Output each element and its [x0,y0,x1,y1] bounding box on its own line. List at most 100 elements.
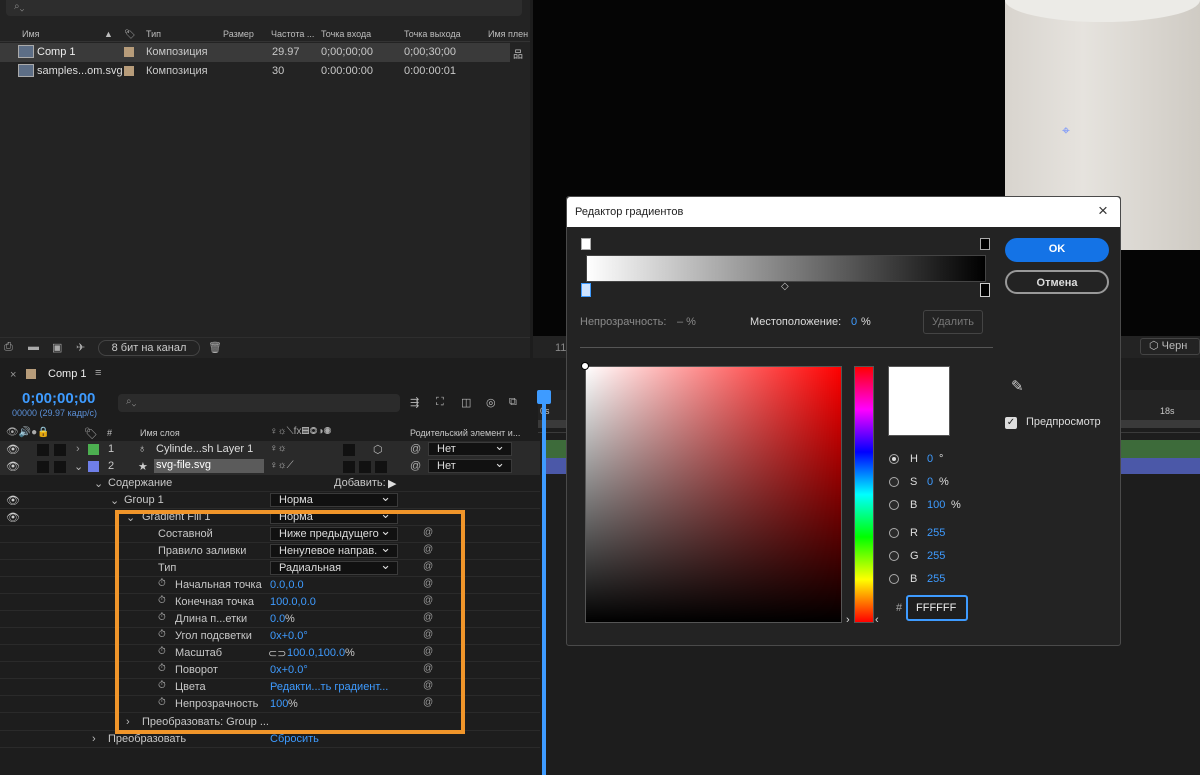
hue-slider-right-arrow[interactable]: ‹ [875,614,879,626]
anchor-point-icon[interactable]: ⌖ [1062,122,1070,139]
color-stop-right[interactable] [980,283,990,297]
channel-value[interactable]: 255 [927,550,945,562]
color-picker-cursor[interactable] [581,362,589,370]
col-rate[interactable]: Частота ... [271,29,314,39]
new-folder-icon[interactable]: ▬ [28,341,39,353]
lock-toggle[interactable] [54,444,66,456]
layer-name[interactable]: svg-file.svg [154,459,264,473]
radio-s[interactable] [889,477,899,487]
shy-icon[interactable]: ◫ [461,396,471,409]
render-icon[interactable]: ✈ [76,341,85,354]
effects-toggle[interactable] [375,461,387,473]
col-footage[interactable]: Имя плен [488,29,528,39]
chevron-right-icon[interactable]: › [76,443,80,455]
radio-h[interactable] [889,454,899,464]
midpoint-diamond[interactable]: ◇ [781,281,789,292]
col-num[interactable]: # [107,428,112,438]
col-name[interactable]: Имя [22,29,40,39]
parent-pickwhip-icon[interactable]: @ [410,443,421,455]
opacity-stop-right[interactable] [980,238,990,250]
solo-toggle[interactable] [37,444,49,456]
hue-slider-left-arrow[interactable]: › [846,614,850,626]
layer-row[interactable]: 👁 ⌄ 2 ★ svg-file.svg ♀☼⟋ @ Нет [0,457,540,475]
saturation-brightness-field[interactable] [585,366,842,623]
layer-name[interactable]: Cylinde...sh Layer 1 [156,443,253,455]
draft3d-icon[interactable]: ⛶ [436,396,444,409]
panel-menu-icon[interactable]: ≡ [95,367,101,379]
radio-g-rgb[interactable] [889,551,899,561]
layer-search-input[interactable]: ⌕⌄ [118,394,400,412]
ok-button[interactable]: OK [1005,238,1109,262]
playhead[interactable] [542,394,546,775]
group-row[interactable]: 👁 ⌄ Group 1 Норма [0,491,540,509]
visibility-eye-icon[interactable]: 👁 [6,511,20,524]
channel-value[interactable]: 0 [927,476,933,488]
parent-dropdown[interactable]: Нет [428,440,512,456]
label-tag-icon[interactable]: 🏷 [84,427,98,440]
switches-header-icons[interactable]: ♀☼⟍fx▤◎◑◉ [270,426,331,437]
current-time[interactable]: 0;00;00;00 [22,390,95,407]
adjustment-toggle[interactable] [343,461,355,473]
radio-b-rgb[interactable] [889,574,899,584]
bit-depth-button[interactable]: 8 бит на канал [98,340,200,356]
radio-b[interactable] [889,500,899,510]
gradient-ramp[interactable] [586,255,986,282]
label-color[interactable] [124,47,134,57]
layer-label-color[interactable] [88,444,99,455]
contents-row[interactable]: ⌄ Содержание Добавить: ▶ [0,475,540,492]
col-in[interactable]: Точка входа [321,29,371,39]
color-stop-left[interactable] [581,283,591,297]
3d-layer-icon[interactable]: ⬡ [373,443,383,456]
visibility-eye-icon[interactable]: 👁 [6,443,20,456]
new-comp-icon[interactable]: ▣ [52,341,62,354]
channel-value[interactable]: 0 [927,453,933,465]
channel-value[interactable]: 100 [927,499,945,511]
project-item[interactable]: samples...om.svg Композиция 30 0:00:00:0… [0,62,510,81]
reset-link[interactable]: Сбросить [270,733,319,745]
graph-editor-icon[interactable]: ⧉ [509,396,517,409]
blend-mode-dropdown[interactable]: Норма [270,491,398,507]
label-tag-icon[interactable]: 🏷 [124,29,135,40]
col-size[interactable]: Размер [223,29,254,39]
comp-flowchart-icon[interactable]: ⇶ [410,396,419,409]
location-value[interactable]: 0 [851,316,857,328]
layer-label-color[interactable] [88,461,99,472]
hue-slider[interactable] [854,366,874,623]
renderer-dropdown[interactable]: ⬡ Черн [1140,338,1200,355]
col-parent[interactable]: Родительский элемент и... [410,428,520,438]
flowchart-icon[interactable]: 品 [513,46,523,61]
chevron-down-icon[interactable]: ⌄ [110,494,119,507]
opacity-stop-left[interactable] [581,238,591,250]
chevron-right-icon[interactable]: › [92,733,96,745]
visibility-eye-icon[interactable]: 👁 [6,460,20,473]
label-color[interactable] [124,66,134,76]
eyedropper-icon[interactable]: ✎ [1011,377,1024,395]
playhead-handle[interactable] [537,390,551,404]
layer-row[interactable]: 👁 › 1 ♁ Cylinde...sh Layer 1 ♀☼ ⬡ @ Нет [0,440,540,458]
radio-r-rgb[interactable] [889,528,899,538]
adjustment-toggle[interactable] [343,444,355,456]
layer-switches[interactable]: ♀☼⟋ [270,460,294,471]
delete-button[interactable]: Удалить [923,310,983,334]
project-search-input[interactable]: ⌕⌄ [6,0,522,16]
solo-toggle[interactable] [37,461,49,473]
tab-comp1[interactable]: Comp 1 [48,368,87,380]
chevron-down-icon[interactable]: ⌄ [74,460,83,473]
motion-blur-icon[interactable]: ◎ [486,396,496,409]
preview-checkbox[interactable]: ✓ [1005,417,1017,429]
channel-value[interactable]: 255 [927,573,945,585]
lock-toggle[interactable] [54,461,66,473]
col-out[interactable]: Точка выхода [404,29,461,39]
col-type[interactable]: Тип [146,29,161,39]
hex-input[interactable]: FFFFFF [906,595,968,621]
visibility-eye-icon[interactable]: 👁 [6,494,20,507]
interpret-footage-icon[interactable]: ⎙ [4,341,13,354]
col-layer-name[interactable]: Имя слоя [140,428,180,438]
cancel-button[interactable]: Отмена [1005,270,1109,294]
project-item[interactable]: Comp 1 Композиция 29.97 0;00;00;00 0;00;… [0,43,510,62]
eye-header-icon[interactable]: 👁🔊●🔒 [6,427,50,438]
layer-switches[interactable]: ♀☼ [270,443,287,454]
channel-value[interactable]: 255 [927,527,945,539]
sort-up-icon[interactable]: ▲ [104,29,113,39]
parent-dropdown[interactable]: Нет [428,457,512,473]
